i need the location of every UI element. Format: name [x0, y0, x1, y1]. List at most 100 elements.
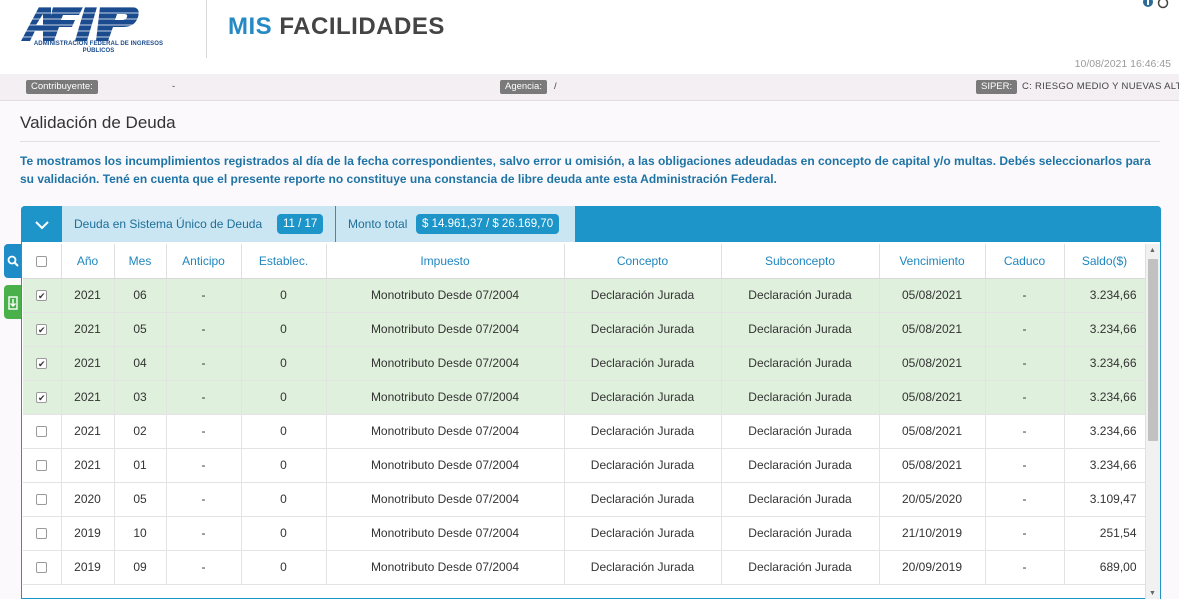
table-row[interactable]: ✔ 2021 05-0 Monotributo Desde 07/2004 Declar… [23, 312, 1146, 347]
cell-anio: 2019 [61, 516, 115, 551]
chevron-down-icon [34, 221, 49, 230]
col-header-impuesto[interactable]: Impuesto [326, 244, 565, 279]
contribuyente-value: - [172, 81, 176, 92]
row-checkbox[interactable] [36, 528, 48, 540]
contribuyente-label: Contribuyente: [26, 80, 98, 94]
row-select-cell [23, 414, 62, 449]
cell-impuesto: Monotributo Desde 07/2004 [326, 448, 565, 483]
cell-caduco: - [985, 448, 1065, 483]
cell-anio: 2020 [61, 482, 115, 517]
row-select-cell: ✔ [23, 278, 62, 313]
row-checkbox[interactable]: ✔ [36, 324, 48, 336]
col-header-anticipo[interactable]: Anticipo [166, 244, 242, 279]
cell-anio: 2021 [61, 448, 115, 483]
table-row[interactable]: ✔ 2021 03-0 Monotributo Desde 07/2004 Declar… [23, 380, 1146, 415]
cell-impuesto: Monotributo Desde 07/2004 [326, 550, 565, 585]
table-row[interactable]: 2019 09-0 Monotributo Desde 07/2004 Declara… [23, 550, 1146, 585]
cell-anticipo: - [166, 278, 242, 313]
collapse-button[interactable] [21, 206, 62, 242]
cell-anticipo: - [166, 380, 242, 415]
cell-anio: 2021 [61, 312, 115, 347]
table-row[interactable]: ✔ 2021 04-0 Monotributo Desde 07/2004 Declar… [23, 346, 1146, 381]
scroll-thumb[interactable] [1148, 259, 1158, 441]
row-checkbox[interactable]: ✔ [36, 358, 48, 370]
table-row[interactable]: 2020 05-0 Monotributo Desde 07/2004 Declara… [23, 482, 1146, 517]
download-file-icon [8, 296, 18, 310]
row-checkbox[interactable] [36, 426, 48, 438]
table-row[interactable]: 2021 01-0 Monotributo Desde 07/2004 Declara… [23, 448, 1146, 483]
cell-mes: 05 [114, 482, 167, 517]
cell-anio: 2021 [61, 278, 115, 313]
cell-subconcepto: Declaración Jurada [721, 448, 880, 483]
cell-anticipo: - [166, 516, 242, 551]
row-checkbox[interactable]: ✔ [36, 392, 48, 404]
cell-impuesto: Monotributo Desde 07/2004 [326, 414, 565, 449]
cell-establec: 0 [241, 550, 327, 585]
col-header-anio[interactable]: Año [61, 244, 115, 279]
cell-caduco: - [985, 414, 1065, 449]
export-button[interactable] [4, 285, 22, 319]
cell-mes: 03 [114, 380, 167, 415]
cell-mes: 05 [114, 312, 167, 347]
debt-panel: Deuda en Sistema Único de Deuda 11 / 17 … [21, 206, 1161, 599]
sud-debt-tab: Deuda en Sistema Único de Deuda 11 / 17 [62, 206, 336, 242]
cell-vencimiento: 05/08/2021 [879, 278, 986, 313]
table-row[interactable]: 2021 02-0 Monotributo Desde 07/2004 Declara… [23, 414, 1146, 449]
power-icon[interactable] [1156, 0, 1170, 13]
table-scrollbar[interactable]: ▲ ▼ [1145, 244, 1160, 599]
cell-establec: 0 [241, 346, 327, 381]
cell-vencimiento: 05/08/2021 [879, 346, 986, 381]
col-header-mes[interactable]: Mes [114, 244, 167, 279]
app-title: MIS FACILIDADES [228, 13, 445, 41]
app-header: ADMINISTRACIÓN FEDERAL DE INGRESOS PÚBLI… [0, 0, 1179, 74]
cell-subconcepto: Declaración Jurada [721, 380, 880, 415]
cell-vencimiento: 20/09/2019 [879, 550, 986, 585]
row-select-cell: ✔ [23, 380, 62, 415]
cell-anticipo: - [166, 482, 242, 517]
agencia-value: / [554, 81, 557, 92]
selected-count-badge: 11 / 17 [277, 214, 324, 234]
cell-impuesto: Monotributo Desde 07/2004 [326, 380, 565, 415]
table-row[interactable]: 2019 10-0 Monotributo Desde 07/2004 Declara… [23, 516, 1146, 551]
cell-establec: 0 [241, 448, 327, 483]
row-select-cell: ✔ [23, 346, 62, 381]
cell-concepto: Declaración Jurada [564, 278, 722, 313]
col-header-concepto[interactable]: Concepto [564, 244, 722, 279]
cell-saldo: 3.234,66 [1064, 414, 1146, 449]
session-timestamp: 10/08/2021 16:46:45 [1074, 58, 1171, 70]
info-icon[interactable] [1141, 0, 1155, 13]
cell-concepto: Declaración Jurada [564, 550, 722, 585]
app-title-mis: MIS [228, 13, 273, 40]
row-checkbox[interactable] [36, 460, 48, 472]
row-checkbox[interactable] [36, 494, 48, 506]
col-header-vencimiento[interactable]: Vencimiento [879, 244, 986, 279]
scroll-up-arrow-icon[interactable]: ▲ [1149, 247, 1156, 254]
agencia-label: Agencia: [500, 80, 547, 94]
cell-caduco: - [985, 550, 1065, 585]
table-row[interactable]: ✔ 2021 06-0 Monotributo Desde 07/2004 Declar… [23, 278, 1146, 313]
siper-value: C: RIESGO MEDIO Y NUEVAS ALTAS [1022, 81, 1179, 92]
col-header-saldo[interactable]: Saldo($) [1064, 244, 1146, 279]
row-select-cell [23, 482, 62, 517]
col-header-subconcepto[interactable]: Subconcepto [721, 244, 880, 279]
intro-text: Te mostramos los incumplimientos registr… [20, 154, 1151, 186]
cell-vencimiento: 20/05/2020 [879, 482, 986, 517]
main-content: Validación de Deuda Te mostramos los inc… [0, 101, 1179, 599]
total-amount-tab: Monto total $ 14.961,37 / $ 26.169,70 [336, 206, 576, 242]
sud-debt-label: Deuda en Sistema Único de Deuda [74, 217, 263, 231]
select-all-checkbox[interactable] [36, 256, 48, 268]
col-header-caduco[interactable]: Caduco [985, 244, 1065, 279]
col-header-establec[interactable]: Establec. [241, 244, 327, 279]
cell-vencimiento: 21/10/2019 [879, 516, 986, 551]
page-title: Validación de Deuda [20, 113, 176, 132]
header-divider [206, 0, 207, 58]
cell-concepto: Declaración Jurada [564, 346, 722, 381]
scroll-down-arrow-icon[interactable]: ▼ [1149, 590, 1156, 597]
cell-establec: 0 [241, 312, 327, 347]
cell-concepto: Declaración Jurada [564, 414, 722, 449]
row-checkbox[interactable] [36, 562, 48, 574]
search-button[interactable] [4, 244, 22, 278]
row-checkbox[interactable]: ✔ [36, 290, 48, 302]
debt-panel-header: Deuda en Sistema Único de Deuda 11 / 17 … [21, 206, 1161, 242]
cell-mes: 10 [114, 516, 167, 551]
